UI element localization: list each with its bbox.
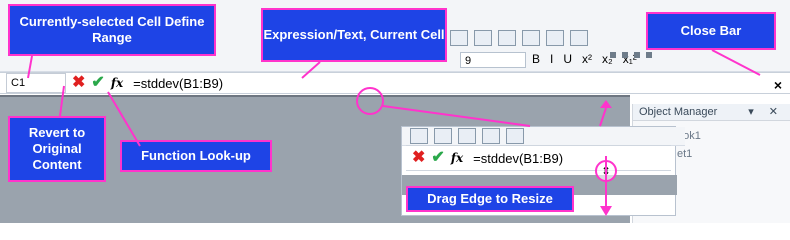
callout-pointers [27,49,761,216]
